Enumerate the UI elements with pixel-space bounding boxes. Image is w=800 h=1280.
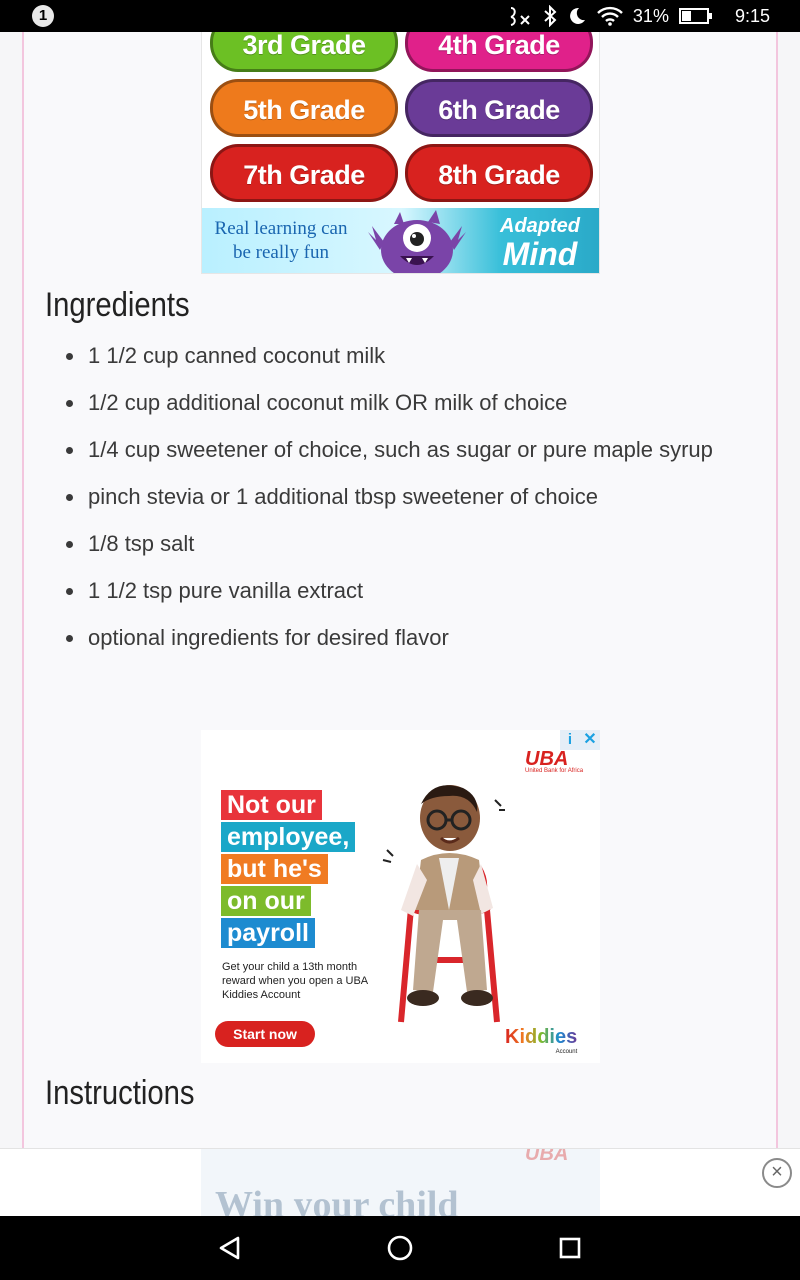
adaptedmind-banner[interactable]: Real learning can be really fun Adapted — [202, 208, 599, 273]
wifi-icon — [597, 6, 623, 26]
child-on-chair-image — [373, 760, 523, 1040]
adchoices-close-icon[interactable]: ✕ — [580, 1148, 600, 1149]
bottom-sticky-ad[interactable]: i ✕ UBA Win your child × — [0, 1148, 800, 1216]
clock: 9:15 — [734, 5, 770, 26]
grade-3-button[interactable]: 3rd Grade — [210, 32, 398, 72]
recents-icon[interactable] — [552, 1230, 588, 1266]
list-item: 1/8 tsp salt — [66, 526, 728, 561]
ad-headline-line: on our — [221, 886, 311, 916]
instructions-heading: Instructions — [45, 1074, 195, 1112]
grade-6-button[interactable]: 6th Grade — [405, 79, 593, 137]
brand-line2: Mind — [502, 236, 578, 272]
list-item: 1/2 cup additional coconut milk OR milk … — [66, 385, 728, 420]
kiddies-logo-text: Kiddies — [505, 1026, 578, 1048]
mute-icon — [507, 5, 533, 27]
status-bar: 1 31% 9:15 — [0, 0, 800, 32]
grade-5-button[interactable]: 5th Grade — [210, 79, 398, 137]
do-not-disturb-icon — [567, 6, 587, 26]
ad-headline-line: Not our — [221, 790, 322, 820]
bluetooth-icon — [543, 5, 557, 27]
ingredients-heading: Ingredients — [45, 286, 190, 324]
list-item: pinch stevia or 1 additional tbsp sweete… — [66, 479, 728, 514]
grade-7-button[interactable]: 7th Grade — [210, 144, 398, 202]
adaptedmind-ad[interactable]: 3rd Grade 4th Grade 5th Grade 6th Grade … — [201, 32, 600, 274]
ad-tagline: Real learning can be really fun — [206, 217, 356, 265]
monster-mascot-icon — [362, 210, 472, 273]
bottom-ad-creative[interactable]: i ✕ UBA Win your child — [201, 1148, 600, 1216]
list-item: 1 1/2 cup canned coconut milk — [66, 338, 728, 373]
uba-logo-subtitle: United Bank for Africa — [525, 768, 584, 774]
ad-tagline-line2: be really fun — [232, 242, 329, 263]
kiddies-logo: Kiddies Account — [505, 1026, 577, 1055]
grade-8-button[interactable]: 8th Grade — [405, 144, 593, 202]
navigation-bar — [0, 1216, 800, 1280]
grade-4-button[interactable]: 4th Grade — [405, 32, 593, 72]
ad-headline-line: but he's — [221, 854, 328, 884]
uba-logo: UBA — [525, 1148, 569, 1165]
close-ad-button[interactable]: × — [762, 1158, 792, 1188]
ad-headline-line: employee, — [221, 822, 356, 852]
home-icon[interactable] — [382, 1230, 418, 1266]
list-item: 1 1/2 tsp pure vanilla extract — [66, 573, 728, 608]
list-item: optional ingredients for desired flavor — [66, 620, 728, 655]
status-icons: 31% 9:15 — [507, 0, 770, 32]
battery-percent: 31% — [632, 5, 669, 26]
back-icon[interactable] — [212, 1230, 248, 1266]
ad-tagline-line1: Real learning can — [214, 218, 348, 239]
battery-icon — [678, 7, 713, 25]
screen: 1 31% 9:15 3rd Grade 4th Grade 5th Grade… — [0, 0, 800, 1280]
ad-body-text: Get your child a 13th month reward when … — [222, 961, 368, 1001]
ad-headline-line: payroll — [221, 918, 315, 948]
start-now-button[interactable]: Start now — [215, 1021, 315, 1047]
bottom-ad-headline: Win your child — [215, 1184, 459, 1216]
list-item: 1/4 cup sweetener of choice, such as sug… — [66, 432, 728, 467]
adchoices-close-icon[interactable]: ✕ — [580, 730, 600, 750]
adchoices-info-icon[interactable]: i — [560, 730, 580, 750]
uba-ad[interactable]: i ✕ UBA United Bank for Africa Not our e… — [201, 730, 600, 1063]
adaptedmind-logo: Adapted Mind — [480, 212, 599, 272]
kiddies-logo-subtitle: Account — [555, 1049, 578, 1055]
ingredient-list: 1 1/2 cup canned coconut milk 1/2 cup ad… — [66, 338, 728, 667]
notification-count-badge: 1 — [32, 5, 54, 27]
